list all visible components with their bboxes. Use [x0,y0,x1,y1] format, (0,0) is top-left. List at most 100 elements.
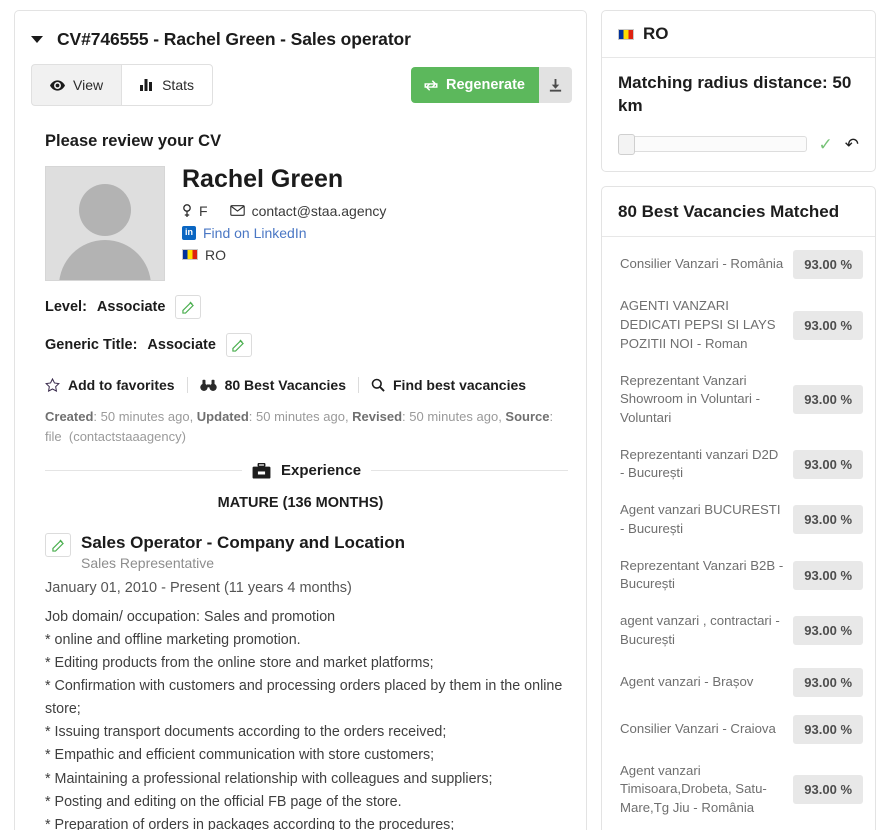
vacancy-match: 93.00 % [793,667,863,697]
linkedin-label[interactable]: Find on LinkedIn [203,225,307,241]
cv-review-page: CV#746555 - Rachel Green - Sales operato… [0,0,888,830]
find-best-vacancies-label: Find best vacancies [393,377,527,393]
revised-label: Revised [352,409,403,424]
edit-level-button[interactable] [175,295,202,319]
profile-contact-row: F contact@staa.agency [182,203,386,219]
list-item[interactable]: agent vanzari , contractari - București … [602,603,875,658]
vacancy-match: 93.00 % [793,449,863,479]
avatar [45,166,165,281]
bar-chart-icon [140,79,153,91]
job-title-group: Sales Operator - Company and Location Sa… [81,533,405,571]
vacancies-heading: 80 Best Vacancies Matched [602,187,875,238]
source-label: Source [505,409,550,424]
generic-title-value: Associate [147,337,216,353]
divider-left [45,470,242,471]
generic-title-row: Generic Title: Associate [15,333,586,357]
vacancy-match: 93.00 % [793,560,863,590]
view-stats-tabgroup: View Stats [31,64,213,106]
avatar-body [59,240,151,280]
list-item[interactable]: Agent vanzari Timisoara,Drobeta, Satu-Ma… [602,753,875,827]
profile-block: Rachel Green F contact@staa.agency in Fi… [15,151,586,281]
revised-value: 50 minutes ago [409,409,499,424]
radius-slider[interactable] [618,134,807,156]
list-item[interactable]: Agent vanzari BUCURESTI - București 93.0… [602,492,875,547]
updated-label: Updated [196,409,249,424]
vacancy-name: agent vanzari , contractari - București [620,613,780,647]
edit-pencil-icon [182,301,194,314]
sep1: , [189,409,197,424]
find-best-vacancies-button[interactable]: Find best vacancies [358,377,538,393]
vacancy-match: 93.00 % [793,616,863,646]
profile-gender: F [199,202,208,219]
tab-view-label: View [73,77,104,93]
radius-card-body: Matching radius distance: 50 km ✓ ↶ [602,58,875,171]
edit-job-button[interactable] [45,533,71,557]
profile-email: contact@staa.agency [251,202,387,219]
list-item[interactable]: Consilier Vanzari - Craiova 93.00 % [602,706,875,753]
radius-title: Matching radius distance: 50 km [618,73,852,115]
regenerate-label: Regenerate [446,77,525,93]
edit-pencil-icon [51,539,64,552]
vacancy-name: Consilier Vanzari - România [620,256,784,272]
created-label: Created [45,409,94,424]
list-item[interactable]: Reprezentant Vanzari B2B - București 93.… [602,548,875,603]
list-item[interactable]: AGENTI VANZARI DEDICATI PEPSI SI LAYS PO… [602,288,875,362]
radius-country: RO [643,24,669,43]
edit-generic-title-button[interactable] [225,333,252,357]
vacancy-match: 93.00 % [793,385,863,415]
linkedin-icon: in [182,225,196,240]
briefcase-icon [252,462,271,479]
list-item[interactable]: Agent vanzari - Brașov 93.00 % [602,659,875,706]
list-item[interactable]: Reprezentant Vanzari Showroom in Volunta… [602,363,875,437]
cv-toolbar-actions: Regenerate [411,67,572,103]
job-end: - Present [161,579,220,596]
romania-flag-icon [182,249,198,260]
vacancy-name: Agent vanzari Timisoara,Drobeta, Satu-Ma… [620,762,767,816]
generic-title-label: Generic Title: [45,337,138,353]
matching-radius-card: RO Matching radius distance: 50 km ✓ ↶ [601,10,876,172]
vacancy-name: Reprezentant Vanzari B2B - București [620,557,784,592]
review-heading: Please review your CV [45,132,222,150]
vacancy-name: Reprezentanti vanzari D2D - București [620,446,779,481]
tab-view[interactable]: View [31,64,122,106]
profile-country: RO [205,246,226,263]
download-button[interactable] [539,67,572,103]
star-icon [45,378,60,392]
vacancy-match: 93.00 % [793,310,863,340]
updated-sep: : [248,409,257,424]
vacancy-match: 93.00 % [793,250,863,280]
profile-info: Rachel Green F contact@staa.agency in Fi… [182,165,386,281]
check-icon[interactable]: ✓ [819,136,833,153]
undo-icon[interactable]: ↶ [845,136,859,153]
caret-down-icon[interactable] [31,36,43,43]
experience-maturity: MATURE (136 MONTHS) [217,495,384,511]
best-vacancies-button[interactable]: 80 Best Vacancies [186,377,358,393]
job-start: January 01, 2010 [45,579,158,596]
profile-country-row: RO [182,247,386,263]
job-dates: January 01, 2010 - Present (11 years 4 m… [45,580,568,596]
tab-stats[interactable]: Stats [121,64,213,106]
list-item[interactable]: Consilier Vanzari - România 93.00 % [602,241,875,288]
add-to-favorites-button[interactable]: Add to favorites [45,377,187,393]
source-sep: : [549,409,554,424]
cv-action-row: Add to favorites 80 Best Vacancies Find … [15,377,586,393]
avatar-head [79,184,131,236]
regenerate-button[interactable]: Regenerate [411,67,539,103]
eye-icon [50,79,65,91]
refresh-icon [424,79,438,91]
experience-section-label-group: Experience [252,462,361,479]
binoculars-icon [199,379,217,391]
vacancy-match: 93.00 % [793,505,863,535]
search-icon [371,378,385,392]
job-title: Sales Operator - Company and Location [81,533,406,552]
envelope-icon [229,205,245,216]
updated-value: 50 minutes ago [256,409,345,424]
best-vacancies-card: 80 Best Vacancies Matched Consilier Vanz… [601,185,876,830]
vacancy-name: Consilier Vanzari - Craiova [620,720,776,736]
radius-slider-handle[interactable] [618,134,635,156]
vacancy-match: 93.00 % [793,775,863,805]
sep4 [62,429,69,444]
sidebar-column: RO Matching radius distance: 50 km ✓ ↶ 8… [601,10,876,830]
list-item[interactable]: Reprezentanti vanzari D2D - București 93… [602,437,875,492]
profile-linkedin-row[interactable]: in Find on LinkedIn [182,225,386,241]
